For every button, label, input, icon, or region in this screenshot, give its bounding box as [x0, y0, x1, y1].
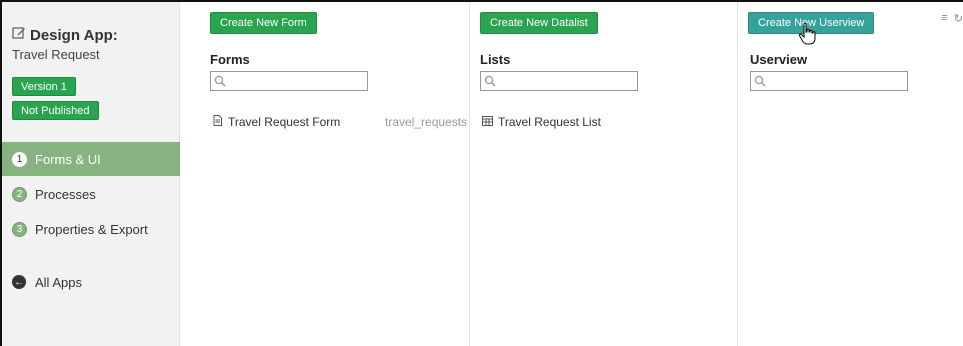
nav-item-label: Processes	[35, 186, 96, 202]
lists-search-input[interactable]	[480, 71, 638, 91]
sidebar: Design App: Travel Request Version 1 Not…	[2, 2, 180, 346]
all-apps-link[interactable]: ← All Apps	[2, 265, 180, 299]
create-new-datalist-button[interactable]: Create New Datalist	[480, 12, 598, 34]
lists-column: Create New Datalist Lists Travel Request…	[471, 2, 738, 346]
app-name: Travel Request	[12, 47, 100, 62]
step-number: 1	[12, 151, 27, 167]
nav-item-properties-export[interactable]: 3 Properties & Export	[2, 212, 180, 246]
arrow-left-circle-icon: ←	[12, 275, 26, 289]
version-badge[interactable]: Version 1	[12, 77, 76, 96]
step-number: 2	[12, 186, 27, 202]
nav-item-forms-ui[interactable]: 1 Forms & UI	[2, 142, 180, 176]
design-app-title: Design App:	[12, 26, 118, 44]
nav-item-processes[interactable]: 2 Processes	[2, 177, 180, 211]
all-apps-label: All Apps	[35, 274, 82, 290]
forms-column: Create New Form Forms Travel Request For…	[181, 2, 470, 346]
datalist-name: Travel Request List	[498, 115, 601, 129]
datalist-list-item[interactable]: Travel Request List	[482, 115, 601, 129]
list-view-icon[interactable]: ≡	[941, 12, 947, 25]
userview-column: Create New Userview Userview ≡ ↻	[739, 2, 963, 346]
design-app-label: Design App:	[30, 26, 118, 44]
userview-heading: Userview	[750, 52, 808, 67]
forms-search-input[interactable]	[210, 71, 368, 91]
nav-item-label: Forms & UI	[35, 151, 101, 167]
forms-heading: Forms	[210, 52, 250, 67]
publish-status-badge[interactable]: Not Published	[12, 101, 99, 120]
nav-item-label: Properties & Export	[35, 221, 148, 237]
hand-pointer-icon	[797, 22, 819, 46]
lists-heading: Lists	[480, 52, 511, 67]
form-table-name: travel_requests	[385, 115, 468, 129]
form-icon	[212, 115, 223, 129]
userview-search-input[interactable]	[750, 71, 908, 91]
step-number: 3	[12, 221, 27, 237]
form-list-item[interactable]: Travel Request Form	[212, 115, 340, 129]
refresh-icon[interactable]: ↻	[954, 12, 963, 25]
column-tools: ≡ ↻	[941, 12, 963, 25]
edit-icon	[12, 26, 26, 44]
create-new-form-button[interactable]: Create New Form	[210, 12, 317, 34]
list-icon	[482, 115, 493, 129]
form-name: Travel Request Form	[228, 115, 341, 129]
